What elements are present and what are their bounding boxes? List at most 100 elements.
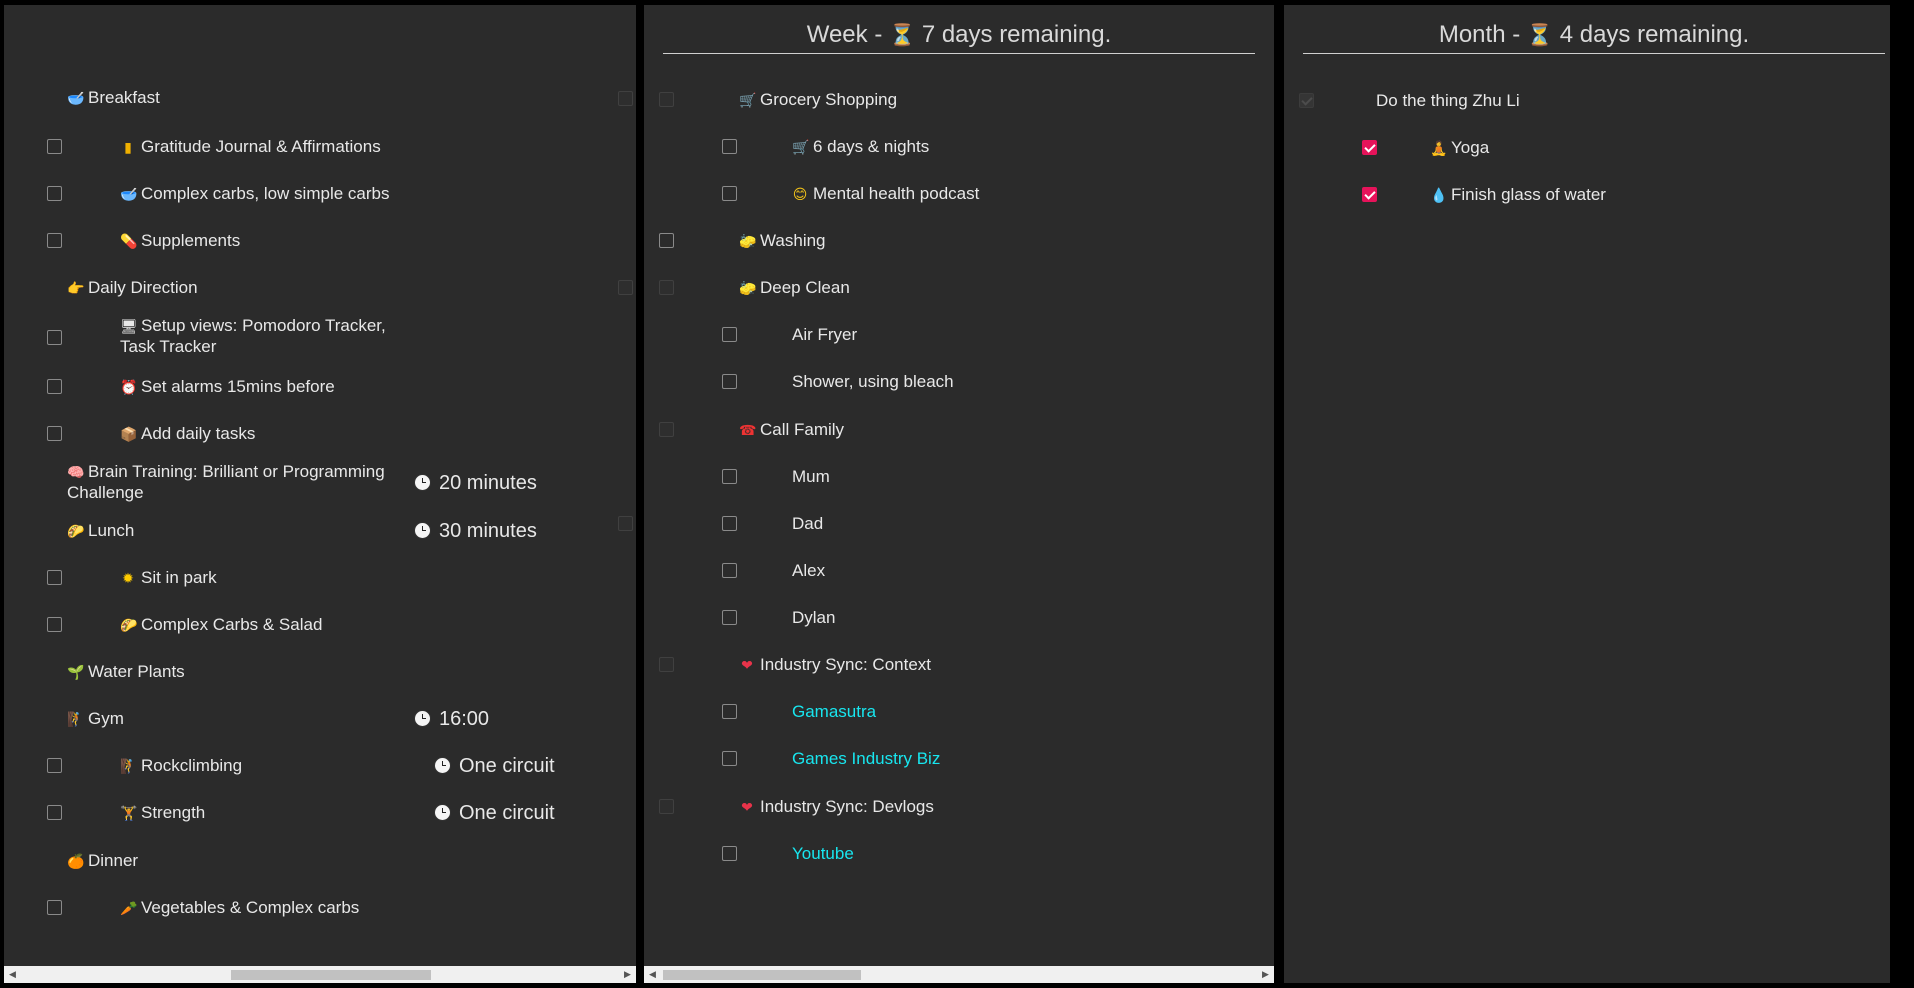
task-row: 🛒 Grocery Shopping [644,86,1274,116]
task-label: 🥣 Complex carbs, low simple carbs [120,184,390,203]
task-checkbox[interactable] [722,516,737,531]
shopping-cart-icon: 🛒 [792,140,810,156]
task-checkbox[interactable] [659,280,674,295]
task-label: 🖥 Setup views: Pomodoro Tracker, Task Tra… [120,316,386,356]
task-checkbox[interactable] [722,846,737,861]
pill-icon: 💊 [120,234,138,250]
task-checkbox[interactable] [722,374,737,389]
task-row: ❤ Industry Sync: Context [644,651,1274,681]
task-row: 😊 Mental health podcast [644,180,1274,210]
task-checkbox[interactable] [47,805,62,820]
task-checkbox-checked[interactable] [1362,140,1377,155]
task-row: ☎ Call Family [644,416,1274,446]
task-row: 💧 Finish glass of water [1284,181,1890,211]
task-label: ✹ Sit in park [120,568,216,589]
weightlifter-icon: 🏋 [120,806,138,822]
month-remaining: 4 days remaining. [1559,21,1750,48]
scroll-thumb[interactable] [663,970,861,980]
task-checkbox[interactable] [722,327,737,342]
task-row: Youtube [644,840,1274,870]
youtube-link[interactable]: Youtube [792,844,854,864]
task-row: 👉 Daily Direction [4,274,636,304]
task-label: 🧗 Rockclimbing [120,756,243,775]
task-label: Mum [792,467,830,486]
task-checkbox[interactable] [659,233,674,248]
scroll-right-arrow-icon[interactable]: ▶ [1257,966,1274,983]
task-label: 🛒 Grocery Shopping [739,90,898,109]
task-row: 🌮 Complex Carbs & Salad [4,611,636,641]
task-row: 🥣 Complex carbs, low simple carbs [4,180,636,210]
telephone-icon: ☎ [739,423,757,439]
clock-icon [414,710,431,727]
time-estimate: 20 minutes [414,472,537,494]
task-checkbox[interactable] [722,751,737,766]
task-row: Do the thing Zhu Li [1284,87,1890,117]
task-checkbox[interactable] [722,610,737,625]
monitor-icon: 🖥 [120,319,138,335]
task-label: 🛒 6 days & nights [792,137,930,156]
task-checkbox[interactable] [659,422,674,437]
month-panel: Month - ⏳ 4 days remaining. Do the thing… [1284,5,1890,983]
task-checkbox[interactable] [659,92,674,107]
clock-icon [434,804,451,821]
task-checkbox[interactable] [47,379,62,394]
task-label: ❤ Industry Sync: Context [739,655,931,676]
task-row: ✹ Sit in park [4,564,636,594]
offscreen-checkbox[interactable] [618,91,633,106]
task-label: Shower, using bleach [792,372,954,391]
water-drop-icon: 💧 [1430,188,1448,204]
task-label: Dad [792,514,824,533]
daily-panel: 🥣 Breakfast ▮ Gratitude Journal & Affirmat… [4,5,636,983]
task-checkbox[interactable] [722,469,737,484]
task-label: 🥣 Breakfast [67,88,160,107]
task-checkbox[interactable] [47,426,62,441]
carrot-icon: 🥕 [120,901,138,917]
offscreen-checkbox[interactable] [618,280,633,295]
sponge-icon: 🧽 [739,281,757,297]
task-checkbox[interactable] [722,704,737,719]
task-checkbox[interactable] [659,657,674,672]
task-checkbox[interactable] [722,186,737,201]
task-checkbox[interactable] [722,139,737,154]
taco-icon: 🌮 [67,524,85,540]
taco-icon: 🌮 [120,618,138,634]
task-checkbox[interactable] [47,900,62,915]
games-industry-biz-link[interactable]: Games Industry Biz [792,749,940,769]
time-estimate: 30 minutes [414,520,537,542]
package-icon: 📦 [120,427,138,443]
task-row: 🧽 Deep Clean [644,274,1274,304]
clock-icon [434,757,451,774]
horizontal-scrollbar[interactable]: ◀ ▶ [4,966,636,983]
offscreen-checkbox[interactable] [618,516,633,531]
scroll-left-arrow-icon[interactable]: ◀ [644,966,661,983]
task-label: 🍊 Dinner [67,851,139,870]
gamasutra-link[interactable]: Gamasutra [792,702,876,722]
scroll-right-arrow-icon[interactable]: ▶ [619,966,636,983]
clock-icon [414,522,431,539]
task-checkbox[interactable] [47,233,62,248]
task-row: Mum [644,463,1274,493]
task-checkbox[interactable] [47,570,62,585]
task-checkbox[interactable] [659,799,674,814]
task-row: 🥕 Vegetables & Complex carbs [4,894,636,924]
task-checkbox[interactable] [47,330,62,345]
time-estimate: 16:00 [414,708,489,730]
clock-icon [414,474,431,491]
task-checkbox[interactable] [47,617,62,632]
task-checkbox[interactable] [47,139,62,154]
task-checkbox-checked[interactable] [1362,187,1377,202]
week-panel: Week - ⏳ 7 days remaining. 🛒 Grocery Shop… [644,5,1274,983]
task-label: 💊 Supplements [120,231,241,250]
task-checkbox[interactable] [47,758,62,773]
task-row: 🏋 Strength One circuit [4,799,636,829]
task-checkbox[interactable] [722,563,737,578]
task-row: 🛒 6 days & nights [644,133,1274,163]
horizontal-scrollbar[interactable]: ◀ ▶ [644,966,1274,983]
task-checkbox[interactable] [47,186,62,201]
task-row: Shower, using bleach [644,368,1274,398]
scroll-left-arrow-icon[interactable]: ◀ [4,966,21,983]
brain-icon: 🧠 [67,465,85,481]
task-checkbox[interactable] [1299,93,1314,108]
task-row: Games Industry Biz [644,745,1274,775]
scroll-thumb[interactable] [231,970,431,980]
